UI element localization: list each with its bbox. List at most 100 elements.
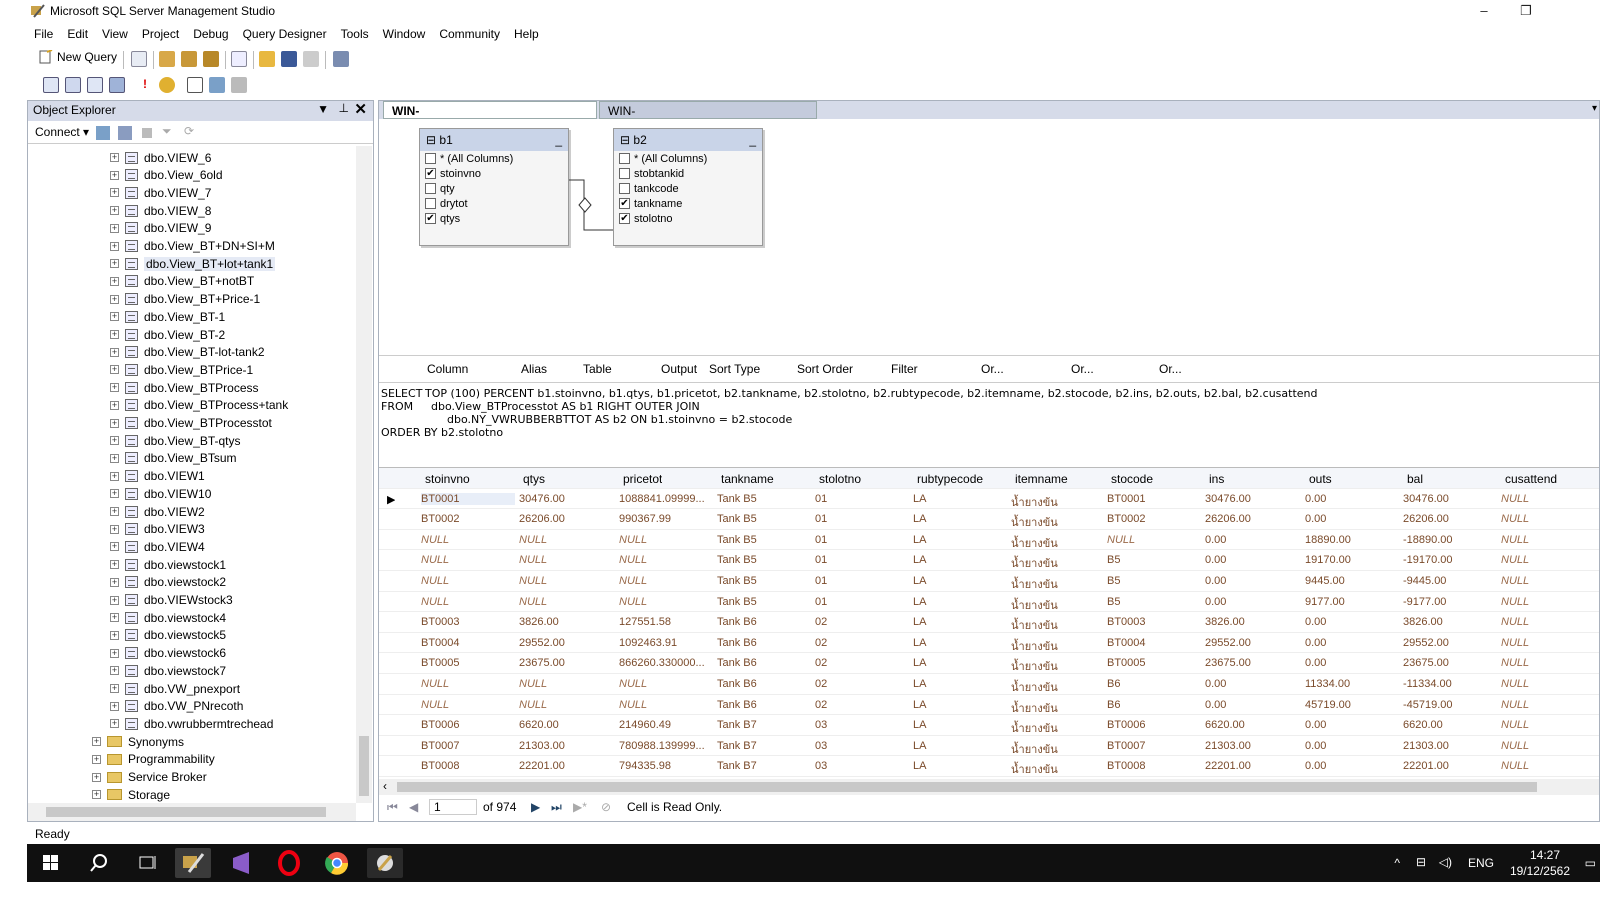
grid-cell[interactable]: BT0003 xyxy=(1107,616,1201,628)
expand-icon[interactable]: + xyxy=(110,524,119,534)
clock-time[interactable]: 14:27 xyxy=(1530,848,1560,862)
scroll-thumb[interactable] xyxy=(46,807,326,817)
grid-cell[interactable]: NULL xyxy=(519,678,615,690)
grid-cell[interactable]: B6 xyxy=(1107,678,1201,690)
grid-cell[interactable]: 0.00 xyxy=(1205,575,1301,587)
column-item[interactable]: * (All Columns) xyxy=(420,151,568,166)
column-checkbox[interactable] xyxy=(619,168,630,179)
column-checkbox[interactable] xyxy=(425,198,436,209)
save-icon[interactable] xyxy=(281,51,297,67)
grid-cell[interactable]: 01 xyxy=(815,534,909,546)
grid-cell[interactable]: Tank B6 xyxy=(717,616,811,628)
column-item[interactable]: tankcode xyxy=(614,181,762,196)
grid-cell[interactable]: LA xyxy=(913,740,1007,752)
grid-column-header[interactable]: pricetot xyxy=(623,472,662,486)
grid-cell[interactable]: -9445.00 xyxy=(1403,575,1497,587)
grid-cell[interactable]: Tank B5 xyxy=(717,513,811,525)
tree-node-view[interactable]: + dbo.VIEW2 xyxy=(110,503,205,520)
minimize-button[interactable]: – xyxy=(1470,2,1498,22)
new-query-button[interactable]: New Query xyxy=(39,50,117,64)
tree-node-folder[interactable]: + Synonyms xyxy=(92,733,184,750)
grid-cell[interactable]: น้ำยางข้น xyxy=(1011,616,1103,634)
show-diagram-pane-icon[interactable] xyxy=(43,77,59,93)
grid-cell[interactable]: 1092463.91 xyxy=(619,637,713,649)
expand-icon[interactable]: + xyxy=(110,613,119,623)
criteria-column-header[interactable]: Or... xyxy=(981,362,1004,376)
column-checkbox[interactable]: ✔ xyxy=(619,213,630,224)
grid-cell[interactable]: 0.00 xyxy=(1305,493,1399,505)
criteria-column-header[interactable]: Output xyxy=(661,362,697,376)
tree-node-folder[interactable]: + Service Broker xyxy=(92,769,207,786)
save-all-icon[interactable] xyxy=(303,51,319,67)
criteria-column-header[interactable]: Or... xyxy=(1071,362,1094,376)
expand-icon[interactable]: + xyxy=(110,577,119,587)
expand-icon[interactable]: + xyxy=(110,223,119,233)
expand-icon[interactable]: + xyxy=(110,471,119,481)
tree-node-view[interactable]: + dbo.View_6old xyxy=(110,167,223,184)
grid-cell[interactable]: LA xyxy=(913,699,1007,711)
grid-cell[interactable]: 6620.00 xyxy=(519,719,615,731)
expand-icon[interactable]: + xyxy=(110,489,119,499)
grid-cell[interactable]: 3826.00 xyxy=(1205,616,1301,628)
execute-sql-icon[interactable]: ! xyxy=(137,77,153,93)
tree-node-view[interactable]: + dbo.View_BT-2 xyxy=(110,326,225,343)
tree-node-view[interactable]: + dbo.VW_pnexport xyxy=(110,680,240,697)
grid-cell[interactable]: BT0008 xyxy=(421,760,515,772)
tab-inactive[interactable]: WIN-URPQC5MOA3...w_BT+lot+tank1 xyxy=(599,101,817,132)
analysis-query-icon[interactable] xyxy=(159,51,175,67)
table-row[interactable]: NULL NULL NULL Tank B5 01 LA น้ำยางข้น B5 0.00 19… xyxy=(379,550,1599,571)
grid-cell[interactable]: NULL xyxy=(1501,719,1591,731)
stop-icon[interactable]: ⊘ xyxy=(601,800,611,814)
grid-cell[interactable]: น้ำยางข้น xyxy=(1011,637,1103,655)
grid-cell[interactable]: BT0002 xyxy=(1107,513,1201,525)
grid-cell[interactable]: 214960.49 xyxy=(619,719,713,731)
grid-cell[interactable]: NULL xyxy=(421,534,515,546)
grid-cell[interactable]: 0.00 xyxy=(1205,699,1301,711)
grid-cell[interactable]: 02 xyxy=(815,637,909,649)
grid-cell[interactable]: BT0002 xyxy=(421,513,515,525)
grid-cell[interactable]: LA xyxy=(913,554,1007,566)
tree-node-view[interactable]: + dbo.View_BTPrice-1 xyxy=(110,361,253,378)
sql-profiler-icon[interactable] xyxy=(367,848,403,878)
expand-icon[interactable]: + xyxy=(110,170,119,180)
table-row[interactable]: BT0004 29552.00 1092463.91 Tank B6 02 LA น้ำยา… xyxy=(379,633,1599,654)
expand-icon[interactable]: + xyxy=(110,312,119,322)
column-checkbox[interactable]: ✔ xyxy=(425,213,436,224)
show-criteria-pane-icon[interactable] xyxy=(65,77,81,93)
notifications-icon[interactable]: ▭ xyxy=(1585,856,1596,870)
grid-cell[interactable]: NULL xyxy=(421,554,515,566)
grid-cell[interactable]: 23675.00 xyxy=(1403,657,1497,669)
grid-cell[interactable]: B6 xyxy=(1107,699,1201,711)
grid-cell[interactable]: 29552.00 xyxy=(1205,637,1301,649)
menu-project[interactable]: Project xyxy=(135,24,186,44)
grid-cell[interactable]: 780988.139999... xyxy=(619,740,713,752)
tree-node-view[interactable]: + dbo.VIEW_8 xyxy=(110,202,211,219)
expand-icon[interactable]: + xyxy=(92,737,101,747)
grid-cell[interactable]: NULL xyxy=(421,575,515,587)
table-row[interactable]: NULL NULL NULL Tank B6 02 LA น้ำยางข้น B6 0.00 45… xyxy=(379,695,1599,716)
grid-cell[interactable]: น้ำยางข้น xyxy=(1011,513,1103,531)
grid-cell[interactable]: 0.00 xyxy=(1305,740,1399,752)
expand-icon[interactable]: + xyxy=(110,719,119,729)
table-box-b2[interactable]: ⊟ b2 _ * (All Columns) stobtankid tankcode ✔… xyxy=(613,128,763,246)
grid-cell[interactable]: -45719.00 xyxy=(1403,699,1497,711)
grid-cell[interactable]: NULL xyxy=(519,554,615,566)
language-indicator[interactable]: ENG xyxy=(1468,856,1494,870)
column-item[interactable]: ✔ stoinvno xyxy=(420,166,568,181)
grid-cell[interactable]: 03 xyxy=(815,760,909,772)
grid-cell[interactable]: LA xyxy=(913,657,1007,669)
grid-cell[interactable]: 6620.00 xyxy=(1205,719,1301,731)
tree-node-view[interactable]: + dbo.View_BT-qtys xyxy=(110,432,241,449)
grid-cell[interactable]: 0.00 xyxy=(1205,534,1301,546)
column-item[interactable]: ✔ tankname xyxy=(614,196,762,211)
tree-node-view[interactable]: + dbo.View_BTProcess+tank xyxy=(110,397,288,414)
grid-cell[interactable]: NULL xyxy=(619,699,713,711)
grid-cell[interactable]: 990367.99 xyxy=(619,513,713,525)
last-record-icon[interactable]: ⏭ xyxy=(551,800,562,815)
expand-icon[interactable]: + xyxy=(110,453,119,463)
tree-node-view[interactable]: + dbo.VIEW4 xyxy=(110,538,205,555)
grid-cell[interactable]: น้ำยางข้น xyxy=(1011,657,1103,675)
tree-node-view[interactable]: + dbo.View_BT+lot+tank1 xyxy=(110,255,276,272)
grid-cell[interactable]: 0.00 xyxy=(1205,554,1301,566)
expand-icon[interactable]: + xyxy=(110,294,119,304)
